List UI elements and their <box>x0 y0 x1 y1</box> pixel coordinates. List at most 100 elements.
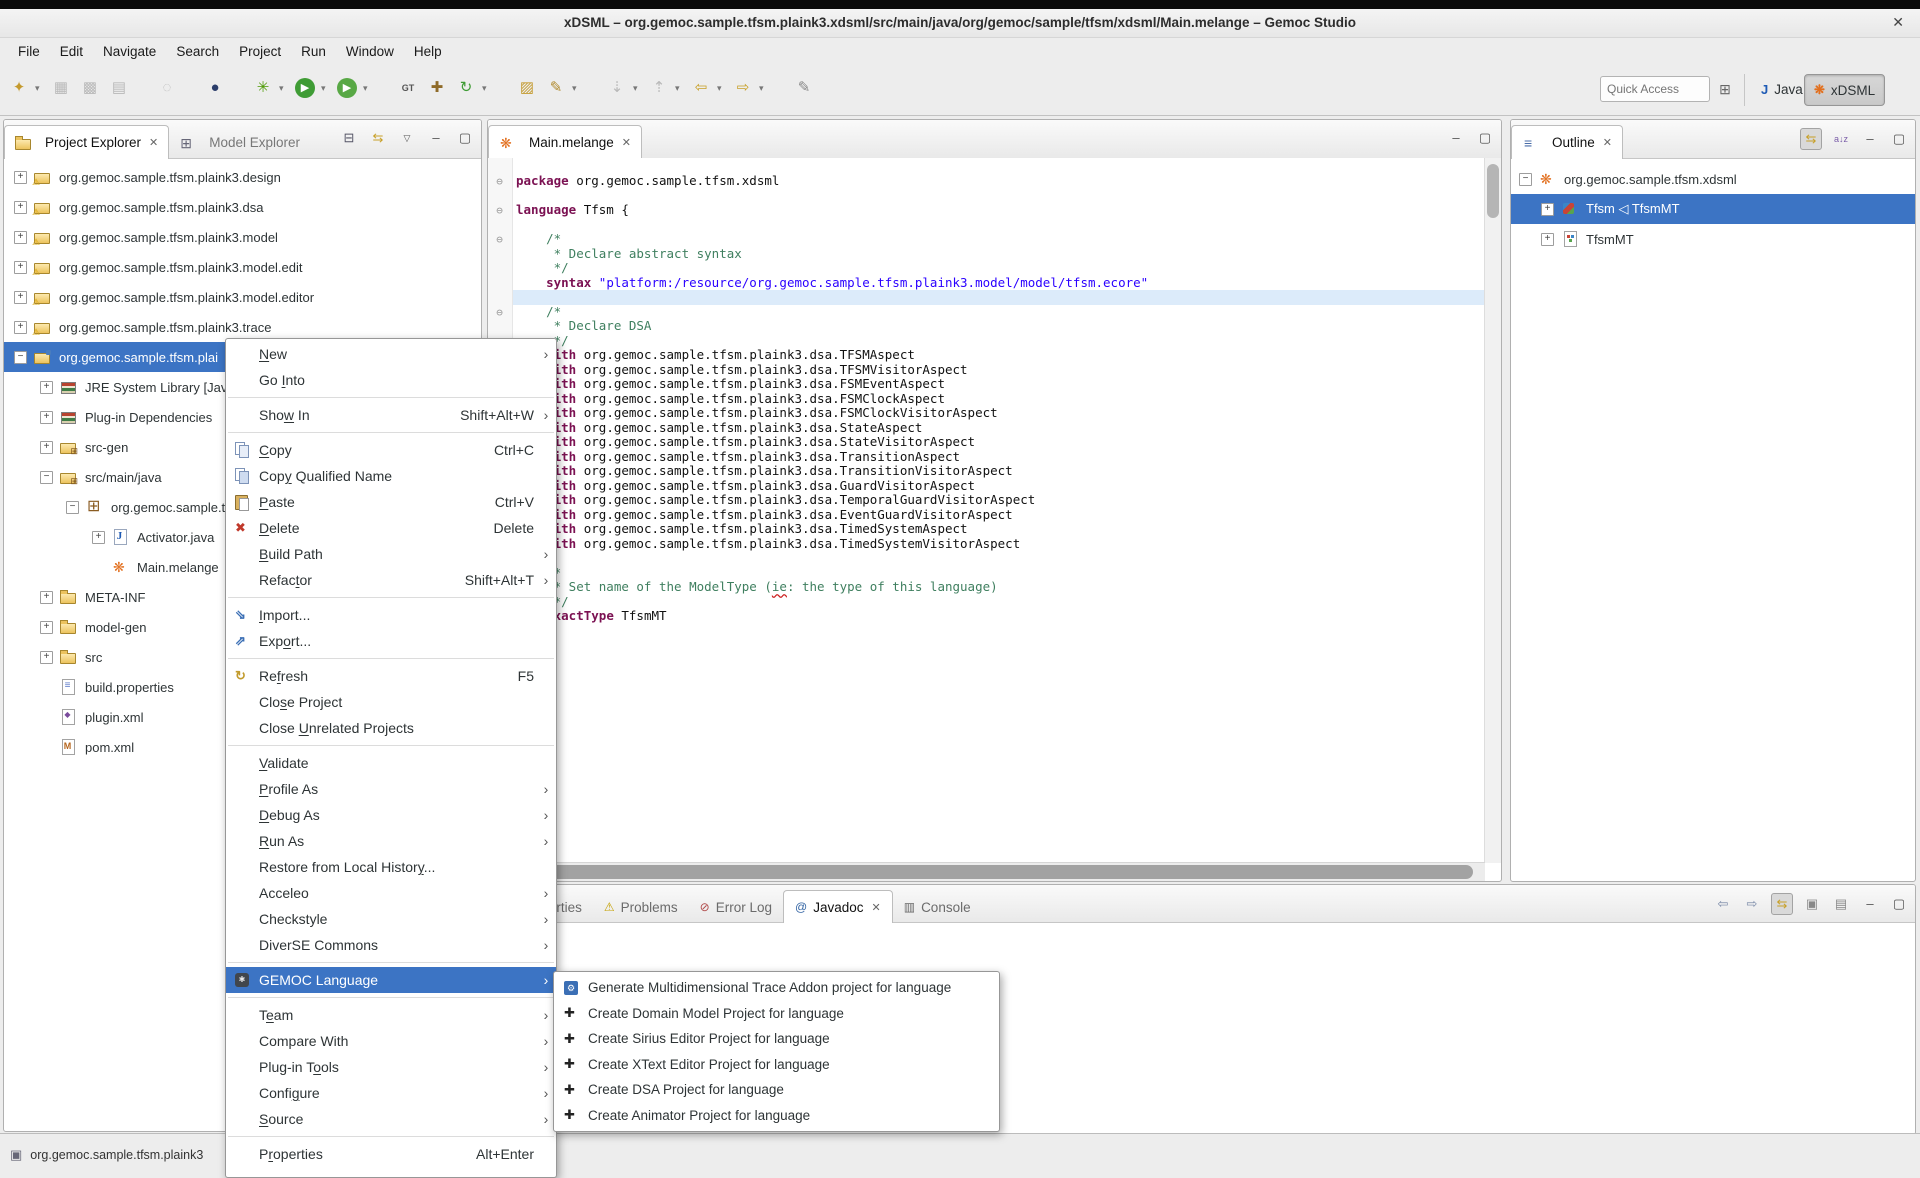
minimize-icon[interactable]: – <box>1860 129 1880 149</box>
menu-edit[interactable]: Edit <box>50 38 93 66</box>
mark-occurrences-icon-chevron[interactable]: ▾ <box>572 83 582 94</box>
tree-item[interactable]: +org.gemoc.sample.tfsm.plaink3.model <box>4 222 481 252</box>
menu-item-copy[interactable]: CopyCtrl+C <box>226 437 556 463</box>
tree-expander-icon[interactable]: + <box>14 291 27 304</box>
menu-search[interactable]: Search <box>166 38 229 66</box>
close-tab-icon[interactable]: ✕ <box>622 136 631 149</box>
menu-item-configure[interactable]: Configure› <box>226 1080 556 1106</box>
forward-history-icon-chevron[interactable]: ▾ <box>759 83 769 94</box>
menu-item-profile-as[interactable]: Profile As› <box>226 776 556 802</box>
run-external-icon-chevron[interactable]: ▾ <box>363 83 373 94</box>
tab-javadoc[interactable]: @Javadoc✕ <box>783 890 893 923</box>
maximize-icon[interactable]: ▢ <box>455 128 475 148</box>
submenu-item[interactable]: Create DSA Project for language <box>554 1077 999 1103</box>
link-with-editor-icon[interactable]: ⇆ <box>1800 128 1822 150</box>
close-tab-icon[interactable]: ✕ <box>1603 136 1612 149</box>
browser-icon[interactable]: ● <box>202 75 228 101</box>
previous-annotation-icon[interactable]: ⇡ <box>646 75 672 101</box>
build-clean-icon-chevron[interactable]: ▾ <box>482 83 492 94</box>
external-tools-icon[interactable]: ◌ <box>154 75 180 101</box>
maximize-icon[interactable]: ▢ <box>1889 129 1909 149</box>
tree-expander-icon[interactable]: − <box>66 501 79 514</box>
menu-item-go-into[interactable]: Go Into <box>226 367 556 393</box>
minimize-icon[interactable]: – <box>1860 894 1880 914</box>
close-tab-icon[interactable]: ✕ <box>149 136 158 149</box>
menu-file[interactable]: File <box>8 38 50 66</box>
menu-item-properties[interactable]: PropertiesAlt+Enter <box>226 1141 556 1167</box>
menu-item-restore-from-local-history-[interactable]: Restore from Local History... <box>226 854 556 880</box>
code-editor[interactable]: ⊖package org.gemoc.sample.tfsm.xdsml ⊖la… <box>488 158 1485 863</box>
tree-item[interactable]: +Tfsm ◁ TfsmMT <box>1511 194 1915 224</box>
menu-item-import-[interactable]: Import... <box>226 602 556 628</box>
submenu-item[interactable]: Generate Multidimensional Trace Addon pr… <box>554 975 999 1001</box>
next-annotation-icon[interactable]: ⇣ <box>604 75 630 101</box>
previous-annotation-icon-chevron[interactable]: ▾ <box>675 83 685 94</box>
perspective-java-button[interactable]: J Java <box>1752 74 1812 104</box>
menu-item-acceleo[interactable]: Acceleo› <box>226 880 556 906</box>
editor-horizontal-scrollbar[interactable] <box>488 862 1485 881</box>
menu-item-refactor[interactable]: RefactorShift+Alt+T› <box>226 567 556 593</box>
open-perspective-icon[interactable]: ⊞ <box>1714 78 1736 100</box>
tab-problems[interactable]: ⚠Problems <box>593 892 689 922</box>
tree-expander-icon[interactable]: + <box>1541 203 1554 216</box>
history-back-icon[interactable]: ⇦ <box>1713 894 1733 914</box>
tree-item[interactable]: +org.gemoc.sample.tfsm.plaink3.model.edi… <box>4 282 481 312</box>
tab-model-explorer[interactable]: Model Explorer <box>169 127 310 158</box>
tree-item[interactable]: +org.gemoc.sample.tfsm.plaink3.model.edi… <box>4 252 481 282</box>
maximize-icon[interactable]: ▢ <box>1475 128 1495 148</box>
menu-help[interactable]: Help <box>404 38 452 66</box>
fold-collapse-icon[interactable]: ⊖ <box>493 233 506 246</box>
menu-window[interactable]: Window <box>336 38 404 66</box>
run-external-icon[interactable]: ▶ <box>337 78 357 98</box>
tree-item[interactable]: +TfsmMT <box>1511 224 1915 254</box>
link-with-editor-icon[interactable]: ⇆ <box>368 128 388 148</box>
tree-expander-icon[interactable]: + <box>40 441 53 454</box>
print-icon[interactable]: ▤ <box>106 75 132 101</box>
sort-icon[interactable]: a↓z <box>1831 129 1851 149</box>
submenu-item[interactable]: Create Animator Project for language <box>554 1103 999 1129</box>
menu-item-diverse-commons[interactable]: DiverSE Commons› <box>226 932 556 958</box>
tree-item[interactable]: −org.gemoc.sample.tfsm.xdsml <box>1511 164 1915 194</box>
open-resource-icon[interactable]: ▨ <box>514 75 540 101</box>
outline-tree[interactable]: −org.gemoc.sample.tfsm.xdsml+Tfsm ◁ Tfsm… <box>1511 159 1915 254</box>
window-close-icon[interactable]: ✕ <box>1892 13 1904 31</box>
tree-expander-icon[interactable]: + <box>14 171 27 184</box>
open-log-icon[interactable]: ▣ <box>1802 894 1822 914</box>
menu-item-refresh[interactable]: RefreshF5 <box>226 663 556 689</box>
forward-history-icon[interactable]: ⇨ <box>730 75 756 101</box>
tree-item[interactable]: +org.gemoc.sample.tfsm.plaink3.dsa <box>4 192 481 222</box>
tree-expander-icon[interactable]: − <box>14 351 27 364</box>
new-wizard-icon[interactable]: ✦ <box>6 75 32 101</box>
menu-item-plug-in-tools[interactable]: Plug-in Tools› <box>226 1054 556 1080</box>
next-annotation-icon-chevron[interactable]: ▾ <box>633 83 643 94</box>
menu-item-delete[interactable]: DeleteDelete <box>226 515 556 541</box>
save-all-icon[interactable]: ▩ <box>77 75 103 101</box>
new-wizard-icon-chevron[interactable]: ▾ <box>35 83 45 94</box>
tree-expander-icon[interactable]: + <box>1541 233 1554 246</box>
menu-item-copy-qualified-name[interactable]: Copy Qualified Name <box>226 463 556 489</box>
perspective-xdsml-button[interactable]: ❋ xDSML <box>1804 74 1885 106</box>
back-history-icon[interactable]: ⇦ <box>688 75 714 101</box>
close-tab-icon[interactable]: ✕ <box>872 901 881 914</box>
tree-expander-icon[interactable]: + <box>40 621 53 634</box>
tab-project-explorer[interactable]: Project Explorer ✕ <box>4 125 169 159</box>
quick-access-input[interactable] <box>1600 76 1710 102</box>
collapse-all-icon[interactable]: ⊟ <box>339 128 359 148</box>
menu-item-compare-with[interactable]: Compare With› <box>226 1028 556 1054</box>
build-clean-icon[interactable]: ↻ <box>453 75 479 101</box>
pin-editor-icon[interactable]: ✎ <box>791 75 817 101</box>
tree-expander-icon[interactable]: − <box>40 471 53 484</box>
menu-item-source[interactable]: Source› <box>226 1106 556 1132</box>
menu-item-close-unrelated-projects[interactable]: Close Unrelated Projects <box>226 715 556 741</box>
tree-expander-icon[interactable]: + <box>14 321 27 334</box>
menu-run[interactable]: Run <box>291 38 336 66</box>
tree-expander-icon[interactable]: + <box>14 261 27 274</box>
fold-collapse-icon[interactable]: ⊖ <box>493 306 506 319</box>
scrollbar-thumb[interactable] <box>1487 164 1499 218</box>
tree-expander-icon[interactable]: + <box>14 201 27 214</box>
tree-item[interactable]: +org.gemoc.sample.tfsm.plaink3.design <box>4 162 481 192</box>
submenu-item[interactable]: Create Sirius Editor Project for languag… <box>554 1026 999 1052</box>
maximize-icon[interactable]: ▢ <box>1889 894 1909 914</box>
menu-item-run-as[interactable]: Run As› <box>226 828 556 854</box>
view-menu-icon[interactable]: ▽ <box>397 128 417 148</box>
